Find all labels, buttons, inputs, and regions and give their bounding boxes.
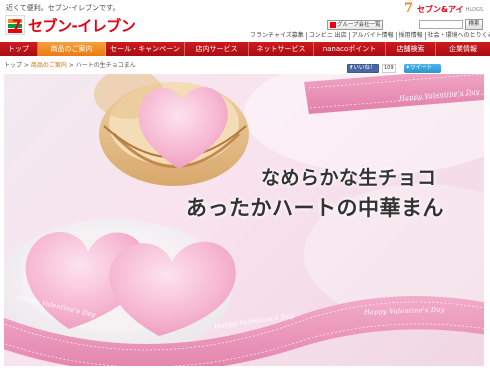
- nav-item-products[interactable]: 商品のご案内: [38, 42, 106, 56]
- utility-links: フランチャイズ募集 コンビニ 出店 アルバイト情報 採用情報 社会・環境へのとり…: [248, 32, 490, 40]
- group-icon: [330, 21, 336, 28]
- nav-item-net-services[interactable]: ネットサービス: [249, 42, 314, 56]
- seven-eleven-logo-icon: 7: [5, 15, 25, 35]
- nav-item-nanaco[interactable]: nanacoポイント: [314, 42, 386, 56]
- holdings-seven-icon: 7: [404, 1, 414, 16]
- util-link-store-opening[interactable]: コンビニ 出店: [307, 32, 350, 40]
- search-button[interactable]: 検索: [465, 19, 483, 30]
- nav-item-top[interactable]: トップ: [0, 42, 38, 56]
- nav-item-corporate[interactable]: 企業情報: [436, 42, 490, 56]
- group-companies-button[interactable]: グループ会社一覧: [327, 20, 383, 30]
- breadcrumb-current: ハートの生チョコまん: [75, 62, 136, 69]
- facebook-like-label: いいね！: [353, 65, 376, 71]
- hero-banner: Happy Valentine's Day Happy Valentine's …: [4, 74, 484, 366]
- search-input[interactable]: [419, 20, 463, 29]
- tweet-button[interactable]: ✦ツイート: [403, 64, 441, 73]
- breadcrumb-section[interactable]: 商品のご案内: [31, 62, 67, 69]
- nav-item-store-services[interactable]: 店内サービス: [185, 42, 249, 56]
- breadcrumb-separator: >: [66, 62, 76, 69]
- hero-copy-line2: あったかハートの中華まん: [186, 195, 444, 220]
- nav-item-store-search[interactable]: 店舗検索: [386, 42, 436, 56]
- tagline: 近くて便利。セブン-イレブンです。: [6, 4, 120, 12]
- hero-copy-line1: なめらかな生チョコ: [261, 167, 437, 189]
- global-nav: トップ 商品のご案内 セール・キャンペーン 店内サービス ネットサービス nan…: [0, 42, 490, 56]
- breadcrumb-separator: >: [22, 62, 31, 69]
- holdings-logo-sub: HLDGS.: [465, 6, 485, 13]
- social-buttons: fいいね！ 109 ✦ツイート: [347, 64, 441, 73]
- tweet-label: ツイート: [410, 65, 433, 71]
- breadcrumb: トップ > 商品のご案内 > ハートの生チョコまん: [4, 61, 136, 71]
- util-link-csr[interactable]: 社会・環境へのとりくみ: [426, 32, 490, 40]
- group-companies-label: グループ会社一覧: [337, 22, 381, 28]
- facebook-like-count: 109: [382, 64, 396, 73]
- holdings-logo[interactable]: 7 セブン&アイ HLDGS.: [404, 1, 485, 16]
- util-link-franchise[interactable]: フランチャイズ募集: [248, 32, 307, 40]
- nav-item-sale-campaign[interactable]: セール・キャンペーン: [106, 42, 185, 56]
- util-link-recruit[interactable]: 採用情報: [397, 32, 426, 40]
- util-link-part-time[interactable]: アルバイト情報: [350, 32, 397, 40]
- site-header: 近くて便利。セブン-イレブンです。 7 セブン-イレブン グループ会社一覧 7 …: [0, 0, 490, 42]
- breadcrumb-home[interactable]: トップ: [4, 62, 22, 69]
- facebook-like-button[interactable]: fいいね！: [347, 64, 379, 73]
- site-logo[interactable]: 7 セブン-イレブン: [5, 14, 136, 36]
- logo-text: セブン-イレブン: [28, 16, 136, 35]
- holdings-logo-text: セブン&アイ: [417, 5, 464, 14]
